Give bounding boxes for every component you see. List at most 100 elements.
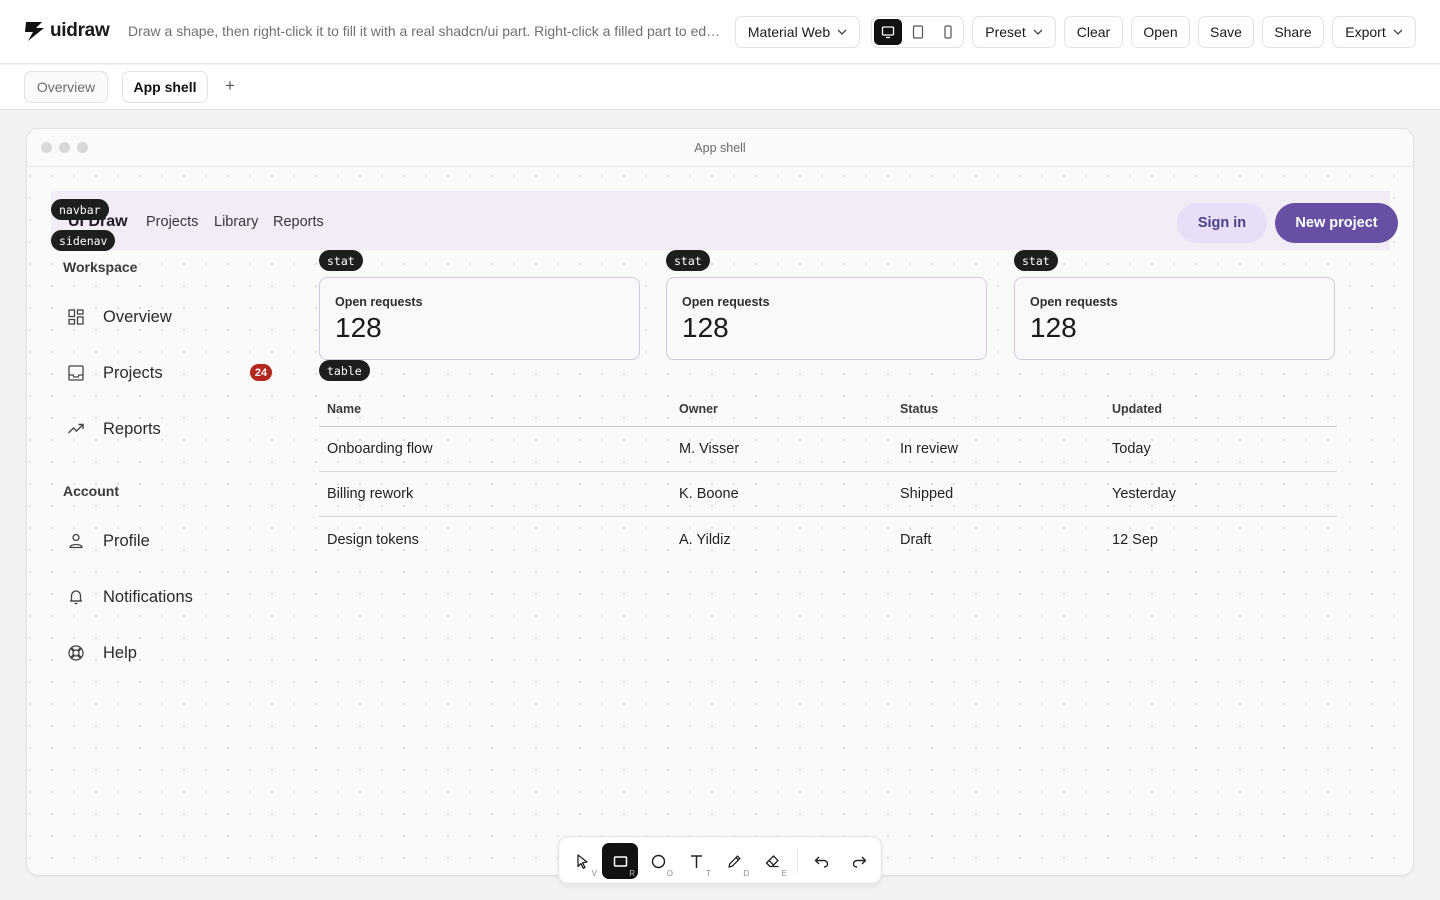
chevron-down-icon [1393, 29, 1403, 35]
phone-icon [944, 25, 952, 39]
app-logo-text: uidraw [50, 20, 110, 41]
sidenav-item-label: Overview [103, 307, 172, 326]
desktop-icon [881, 26, 895, 39]
navbar-tag[interactable]: navbar [51, 199, 109, 220]
stat-tag[interactable]: stat [1014, 250, 1058, 271]
hint-text: Draw a shape, then right-click it to fil… [128, 23, 723, 39]
stat-label: Open requests [682, 295, 770, 309]
table-row[interactable]: Onboarding flow M. Visser In review Toda… [319, 427, 1337, 472]
chevron-down-icon [1033, 29, 1043, 35]
draw-tool[interactable]: D [716, 843, 752, 879]
column-header-updated[interactable]: Updated [1112, 391, 1162, 426]
table-cell: Yesterday [1112, 486, 1176, 502]
eraser-icon [765, 854, 779, 867]
sidenav-item-label: Profile [103, 531, 150, 550]
save-button[interactable]: Save [1198, 16, 1254, 48]
projects-count-badge: 24 [250, 364, 272, 381]
ellipse-tool[interactable]: O [640, 843, 676, 879]
share-button[interactable]: Share [1262, 16, 1324, 48]
stat-card[interactable]: Open requests 128 [666, 277, 987, 360]
table-header-row: Name Owner Status Updated [319, 391, 1337, 427]
nav-link-reports[interactable]: Reports [273, 214, 324, 230]
sidenav-item-label: Projects [103, 363, 163, 382]
desktop-view-button[interactable] [874, 19, 902, 45]
stat-card[interactable]: Open requests 128 [1014, 277, 1335, 360]
select-tool[interactable]: V [564, 843, 600, 879]
sidenav-item-overview[interactable]: Overview [67, 305, 277, 329]
sidenav-section-title: Workspace [63, 259, 138, 275]
device-toggle-group [871, 16, 964, 48]
column-header-name[interactable]: Name [327, 391, 361, 426]
phone-view-button[interactable] [934, 19, 962, 45]
undo-button[interactable] [803, 843, 839, 879]
table-cell: Shipped [900, 486, 954, 502]
export-label: Export [1345, 24, 1386, 40]
stat-value: 128 [335, 312, 382, 343]
stat-value: 128 [1030, 312, 1077, 343]
chevron-down-icon [837, 29, 847, 35]
tablet-view-button[interactable] [904, 19, 932, 45]
stat-tag[interactable]: stat [666, 250, 710, 271]
sidenav-item-help[interactable]: Help [67, 641, 277, 665]
tab-overview[interactable]: Overview [24, 71, 108, 103]
shortcut-key: V [591, 869, 597, 878]
text-t-icon [690, 854, 702, 868]
text-tool[interactable]: T [678, 843, 714, 879]
sidenav-tag[interactable]: sidenav [51, 230, 116, 251]
sign-in-button[interactable]: Sign in [1177, 203, 1267, 243]
new-project-button[interactable]: New project [1275, 203, 1398, 243]
theme-select-value: Material Web [747, 24, 831, 40]
tablet-icon [912, 25, 924, 39]
page-tabs-bar: Overview App shell + [0, 65, 1440, 110]
canvas-frame[interactable]: App shell UI Draw Projects Library Repor… [26, 128, 1414, 876]
table-cell: A. Yildiz [679, 531, 731, 548]
sidenav-item-label: Reports [103, 419, 161, 438]
preset-button[interactable]: Preset [972, 16, 1056, 48]
table-tag[interactable]: table [319, 360, 370, 381]
table-cell: 12 Sep [1112, 531, 1158, 548]
nav-link-library[interactable]: Library [214, 214, 258, 230]
column-header-owner[interactable]: Owner [679, 391, 718, 426]
nav-link-projects[interactable]: Projects [146, 214, 198, 230]
sidenav-item-reports[interactable]: Reports [67, 417, 277, 441]
drawing-toolbar: V R O T D E [558, 836, 882, 884]
sidenav-item-projects[interactable]: Projects 24 [67, 361, 277, 385]
uidraw-logo-icon [25, 22, 44, 41]
column-header-status[interactable]: Status [900, 391, 938, 426]
redo-button[interactable] [841, 843, 877, 879]
table-row[interactable]: Billing rework K. Boone Shipped Yesterda… [319, 472, 1337, 517]
stat-card[interactable]: Open requests 128 [319, 277, 640, 360]
add-tab-button[interactable]: + [222, 77, 238, 94]
navbar[interactable]: UI Draw Projects Library Reports Sign in… [51, 191, 1398, 250]
inbox-icon [68, 365, 84, 381]
table-cell: Design tokens [327, 531, 419, 548]
stat-label: Open requests [1030, 295, 1118, 309]
tab-app-shell[interactable]: App shell [122, 71, 208, 103]
app-logo[interactable]: uidraw [24, 19, 110, 43]
clear-button[interactable]: Clear [1064, 16, 1123, 48]
undo-icon [814, 856, 828, 868]
open-button[interactable]: Open [1131, 16, 1190, 48]
rectangle-tool[interactable]: R [602, 843, 638, 879]
sidenav-item-profile[interactable]: Profile [67, 529, 277, 553]
sidenav-section-title: Account [63, 483, 119, 499]
data-table[interactable]: Name Owner Status Updated Onboarding flo… [319, 391, 1337, 562]
shortcut-key: R [629, 869, 635, 878]
stat-label: Open requests [335, 295, 423, 309]
table-cell: M. Visser [679, 441, 740, 457]
cursor-arrow-icon [576, 853, 588, 869]
theme-select[interactable]: Material Web [735, 16, 860, 48]
top-toolbar: uidraw Draw a shape, then right-click it… [0, 0, 1440, 64]
redo-icon [852, 856, 866, 868]
export-button[interactable]: Export [1332, 16, 1416, 48]
person-icon [69, 533, 83, 549]
rectangle-icon [613, 855, 627, 867]
table-cell: Draft [900, 531, 932, 548]
table-cell: K. Boone [679, 486, 739, 502]
table-row[interactable]: Design tokens A. Yildiz Draft 12 Sep [319, 517, 1337, 562]
sidenav-item-notifications[interactable]: Notifications [67, 585, 277, 609]
eraser-tool[interactable]: E [754, 843, 790, 879]
stat-tag[interactable]: stat [319, 250, 363, 271]
circle-icon [651, 854, 665, 868]
preset-label: Preset [985, 24, 1026, 40]
